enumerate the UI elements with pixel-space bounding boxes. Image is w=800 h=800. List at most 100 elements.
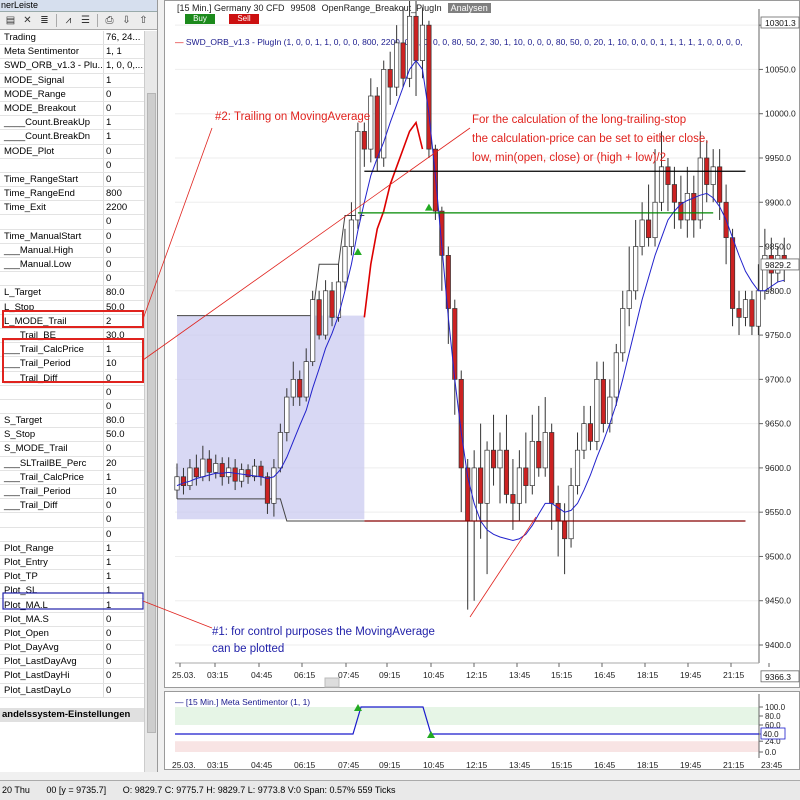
property-value[interactable]: 80.0 <box>104 414 144 427</box>
property-row[interactable]: ___Trail_BE 30.0 <box>0 328 144 344</box>
property-row[interactable]: 0 <box>0 527 144 542</box>
property-row[interactable]: 0 <box>0 158 144 173</box>
property-row[interactable]: MODE_Plot 0 <box>0 144 144 159</box>
property-row[interactable]: 0 <box>0 513 144 528</box>
property-value[interactable]: 50.0 <box>104 301 144 314</box>
print-icon[interactable]: ⎙ <box>102 14 117 28</box>
price-chart[interactable]: [15 Min.] Germany 30 CFD 99508 OpenRange… <box>164 0 800 688</box>
property-row[interactable]: ___Trail_Diff 0 <box>0 499 144 514</box>
property-value[interactable]: 0 <box>104 145 144 158</box>
property-row[interactable]: Trading 76, 24... <box>0 31 144 46</box>
property-value[interactable]: 0 <box>104 669 144 682</box>
property-value[interactable]: 0 <box>104 372 144 385</box>
property-value[interactable]: 0 <box>104 684 144 697</box>
property-row[interactable]: L_Stop 50.0 <box>0 300 144 315</box>
property-value[interactable]: 1 <box>104 116 144 129</box>
property-row[interactable]: ___Manual.Low 0 <box>0 258 144 273</box>
property-value[interactable]: 1 <box>104 471 144 484</box>
property-row[interactable]: 0 <box>0 385 144 400</box>
property-row[interactable]: MODE_Range 0 <box>0 87 144 102</box>
property-value[interactable]: 0 <box>104 386 144 399</box>
property-row[interactable]: ___Trail_CalcPrice 1 <box>0 470 144 485</box>
property-value[interactable]: 30.0 <box>104 329 144 342</box>
property-value[interactable]: 0 <box>104 173 144 186</box>
property-value[interactable]: 80.0 <box>104 286 144 299</box>
property-value[interactable]: 1 <box>104 542 144 555</box>
property-row[interactable]: Plot_TP 1 <box>0 570 144 585</box>
property-row[interactable]: Time_ManualStart 0 <box>0 229 144 244</box>
property-row[interactable]: Time_RangeEnd 800 <box>0 187 144 202</box>
property-row[interactable]: ___Manual.High 0 <box>0 243 144 258</box>
property-value[interactable]: 1 <box>104 584 144 597</box>
move-down-icon[interactable]: ⇩ <box>119 14 134 28</box>
property-value[interactable]: 0 <box>104 513 144 526</box>
property-value[interactable]: 1 <box>104 599 144 612</box>
property-value[interactable]: 0 <box>104 641 144 654</box>
property-value[interactable]: 10 <box>104 357 144 370</box>
property-row[interactable]: ___Trail_Diff 0 <box>0 371 144 386</box>
property-row[interactable]: ___SLTrailBE_Perc 20 <box>0 456 144 471</box>
property-value[interactable]: 1 <box>104 343 144 356</box>
list-icon[interactable]: ≣ <box>37 14 52 28</box>
property-row[interactable]: MODE_Signal 1 <box>0 73 144 88</box>
property-value[interactable]: 1 <box>104 130 144 143</box>
property-value[interactable]: 0 <box>104 258 144 271</box>
property-row[interactable]: Plot_MA.L 1 <box>0 598 144 613</box>
property-row[interactable]: Time_Exit 2200 <box>0 201 144 216</box>
indicator-icon[interactable]: ⩘ <box>61 14 76 28</box>
property-row[interactable]: Plot_DayAvg 0 <box>0 641 144 656</box>
property-row[interactable]: SWD_ORB_v1.3 - Plu... 1, 0, 0,... <box>0 59 144 74</box>
property-value[interactable]: 0 <box>104 215 144 228</box>
property-row[interactable]: S_MODE_Trail 0 <box>0 442 144 457</box>
property-row[interactable]: ___Trail_CalcPrice 1 <box>0 343 144 358</box>
property-value[interactable]: 1, 1 <box>104 45 144 58</box>
property-row[interactable]: L_Target 80.0 <box>0 286 144 301</box>
property-row[interactable]: Plot_LastDayLo 0 <box>0 683 144 698</box>
property-row[interactable]: Plot_Range 1 <box>0 541 144 556</box>
move-up-icon[interactable]: ⇧ <box>136 14 151 28</box>
property-value[interactable]: 0 <box>104 230 144 243</box>
property-value[interactable]: 0 <box>104 613 144 626</box>
property-value[interactable]: 0 <box>104 272 144 285</box>
property-row[interactable]: S_Target 80.0 <box>0 414 144 429</box>
property-value[interactable]: 76, 24... <box>104 31 144 44</box>
property-row[interactable]: L_MODE_Trail 2 <box>0 314 144 329</box>
property-value[interactable]: 0 <box>104 244 144 257</box>
property-value[interactable]: 10 <box>104 485 144 498</box>
property-value[interactable]: 0 <box>104 400 144 413</box>
property-value[interactable]: 1, 0, 0,... <box>104 59 144 72</box>
properties-icon[interactable]: ▤ <box>3 14 18 28</box>
property-row[interactable]: Time_RangeStart 0 <box>0 172 144 188</box>
property-row[interactable]: S_Stop 50.0 <box>0 428 144 443</box>
sentimentor-chart[interactable]: 100.080.060.040.024.00.040.025.03.03:150… <box>164 691 800 770</box>
property-value[interactable]: 0 <box>104 88 144 101</box>
property-row[interactable]: 0 <box>0 215 144 230</box>
property-value[interactable]: 1 <box>104 556 144 569</box>
property-value[interactable]: 0 <box>104 499 144 512</box>
property-value[interactable]: 0 <box>104 655 144 668</box>
property-row[interactable]: Meta Sentimentor 1, 1 <box>0 45 144 60</box>
property-row[interactable]: Plot_LastDayHi 0 <box>0 669 144 684</box>
property-value[interactable]: 50.0 <box>104 428 144 441</box>
property-row[interactable]: Plot_Open 0 <box>0 626 144 642</box>
property-value[interactable]: 1 <box>104 570 144 583</box>
property-row[interactable]: Plot_LastDayAvg 0 <box>0 655 144 670</box>
property-row[interactable]: 0 <box>0 272 144 287</box>
property-row[interactable]: MODE_Breakout 0 <box>0 101 144 117</box>
property-value[interactable]: 1 <box>104 74 144 87</box>
property-value[interactable]: 0 <box>104 627 144 640</box>
property-row[interactable]: Plot_SL 1 <box>0 584 144 599</box>
table-icon[interactable]: ☰ <box>78 14 93 28</box>
property-value[interactable]: 20 <box>104 457 144 470</box>
property-row[interactable]: ____Count.BreakUp 1 <box>0 116 144 131</box>
property-value[interactable]: 0 <box>104 102 144 115</box>
property-row[interactable]: ____Count.BreakDn 1 <box>0 130 144 145</box>
property-row[interactable]: ___Trail_Period 10 <box>0 485 144 500</box>
property-row[interactable]: 0 <box>0 399 144 415</box>
property-value[interactable]: 0 <box>104 528 144 541</box>
property-value[interactable]: 2200 <box>104 201 144 214</box>
property-row[interactable]: ___Trail_Period 10 <box>0 357 144 372</box>
delete-icon[interactable]: ✕ <box>20 14 35 28</box>
property-row[interactable]: Plot_Entry 1 <box>0 555 144 571</box>
property-value[interactable]: 800 <box>104 187 144 200</box>
